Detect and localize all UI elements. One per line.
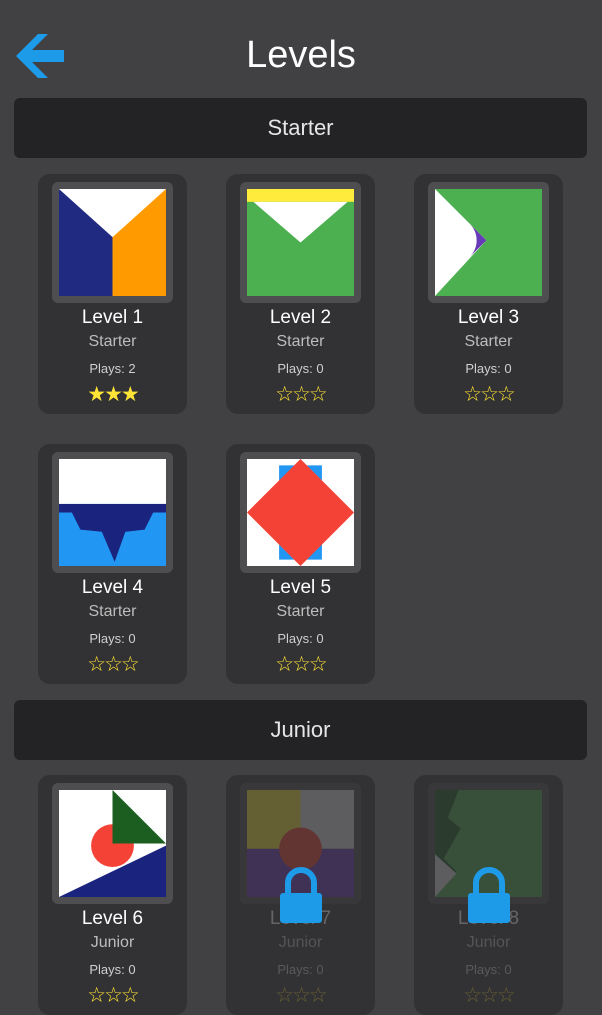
level-thumbnail bbox=[240, 452, 361, 573]
level-6-puzzle-image bbox=[59, 790, 166, 897]
star-empty-icon: ☆ bbox=[87, 984, 106, 1007]
level-plays: Plays: 0 bbox=[465, 962, 512, 977]
star-empty-icon: ☆ bbox=[308, 984, 328, 1007]
level-plays: Plays: 0 bbox=[89, 962, 136, 977]
star-filled-icon: ★ bbox=[87, 383, 106, 406]
level-name: Level 5 bbox=[269, 577, 332, 598]
level-category: Junior bbox=[90, 934, 135, 951]
star-rating: ☆☆☆ bbox=[38, 652, 187, 677]
level-5-puzzle-image bbox=[247, 459, 354, 566]
level-card-4[interactable]: Level 4 Starter Plays: 0 ☆☆☆ bbox=[38, 444, 187, 684]
level-card-2[interactable]: Level 2 Starter Plays: 0 ☆☆☆ bbox=[226, 174, 375, 414]
level-card-6[interactable]: Level 6 Junior Plays: 0 ☆☆☆ bbox=[38, 775, 187, 1015]
star-empty-icon: ☆ bbox=[104, 984, 123, 1007]
star-empty-icon: ☆ bbox=[120, 653, 140, 676]
star-empty-icon: ☆ bbox=[480, 984, 499, 1007]
level-card-7[interactable]: Level 7 Junior Plays: 0 ☆☆☆ bbox=[226, 775, 375, 1015]
star-filled-icon: ★ bbox=[104, 383, 123, 406]
level-thumbnail bbox=[52, 783, 173, 904]
star-empty-icon: ☆ bbox=[463, 984, 482, 1007]
star-rating: ☆☆☆ bbox=[226, 382, 375, 407]
level-4-puzzle-image bbox=[59, 459, 166, 566]
star-empty-icon: ☆ bbox=[308, 383, 328, 406]
star-empty-icon: ☆ bbox=[275, 984, 294, 1007]
star-empty-icon: ☆ bbox=[292, 653, 311, 676]
level-name: Level 1 bbox=[81, 307, 144, 328]
lock-icon bbox=[280, 867, 322, 923]
level-category: Junior bbox=[466, 934, 511, 951]
star-rating: ☆☆☆ bbox=[414, 382, 563, 407]
level-card-3[interactable]: Level 3 Starter Plays: 0 ☆☆☆ bbox=[414, 174, 563, 414]
level-card-8[interactable]: Level 8 Junior Plays: 0 ☆☆☆ bbox=[414, 775, 563, 1015]
star-empty-icon: ☆ bbox=[480, 383, 499, 406]
level-thumbnail bbox=[428, 182, 549, 303]
level-1-puzzle-image bbox=[59, 189, 166, 296]
star-rating: ☆☆☆ bbox=[38, 983, 187, 1008]
star-rating: ☆☆☆ bbox=[414, 983, 563, 1008]
star-empty-icon: ☆ bbox=[308, 653, 328, 676]
level-category: Starter bbox=[276, 333, 325, 350]
star-rating: ☆☆☆ bbox=[226, 652, 375, 677]
star-rating: ☆☆☆ bbox=[226, 983, 375, 1008]
level-category: Starter bbox=[464, 333, 513, 350]
level-category: Junior bbox=[278, 934, 323, 951]
level-thumbnail bbox=[52, 182, 173, 303]
header: Levels bbox=[0, 0, 602, 98]
level-3-puzzle-image bbox=[435, 189, 542, 296]
star-filled-icon: ★ bbox=[120, 383, 140, 406]
level-category: Starter bbox=[276, 603, 325, 620]
level-plays: Plays: 0 bbox=[277, 962, 324, 977]
level-name: Level 3 bbox=[457, 307, 520, 328]
level-name: Level 4 bbox=[81, 577, 144, 598]
star-empty-icon: ☆ bbox=[87, 653, 106, 676]
star-empty-icon: ☆ bbox=[292, 984, 311, 1007]
section-header-junior: Junior bbox=[14, 700, 587, 760]
level-plays: Plays: 0 bbox=[89, 631, 136, 646]
section-header-starter: Starter bbox=[14, 98, 587, 158]
level-name: Level 6 bbox=[81, 908, 144, 929]
level-plays: Plays: 2 bbox=[89, 361, 136, 376]
level-card-1[interactable]: Level 1 Starter Plays: 2 ★★★ bbox=[38, 174, 187, 414]
star-empty-icon: ☆ bbox=[292, 383, 311, 406]
level-category: Starter bbox=[88, 603, 137, 620]
star-empty-icon: ☆ bbox=[496, 383, 516, 406]
star-empty-icon: ☆ bbox=[275, 383, 294, 406]
level-name: Level 2 bbox=[269, 307, 332, 328]
lock-icon bbox=[468, 867, 510, 923]
level-card-5[interactable]: Level 5 Starter Plays: 0 ☆☆☆ bbox=[226, 444, 375, 684]
level-plays: Plays: 0 bbox=[277, 631, 324, 646]
page-title: Levels bbox=[246, 34, 356, 76]
level-thumbnail bbox=[52, 452, 173, 573]
star-empty-icon: ☆ bbox=[120, 984, 140, 1007]
star-empty-icon: ☆ bbox=[463, 383, 482, 406]
star-empty-icon: ☆ bbox=[275, 653, 294, 676]
star-rating: ★★★ bbox=[38, 382, 187, 407]
level-plays: Plays: 0 bbox=[465, 361, 512, 376]
star-empty-icon: ☆ bbox=[104, 653, 123, 676]
level-thumbnail bbox=[240, 182, 361, 303]
level-plays: Plays: 0 bbox=[277, 361, 324, 376]
level-category: Starter bbox=[88, 333, 137, 350]
level-2-puzzle-image bbox=[247, 189, 354, 296]
star-empty-icon: ☆ bbox=[496, 984, 516, 1007]
